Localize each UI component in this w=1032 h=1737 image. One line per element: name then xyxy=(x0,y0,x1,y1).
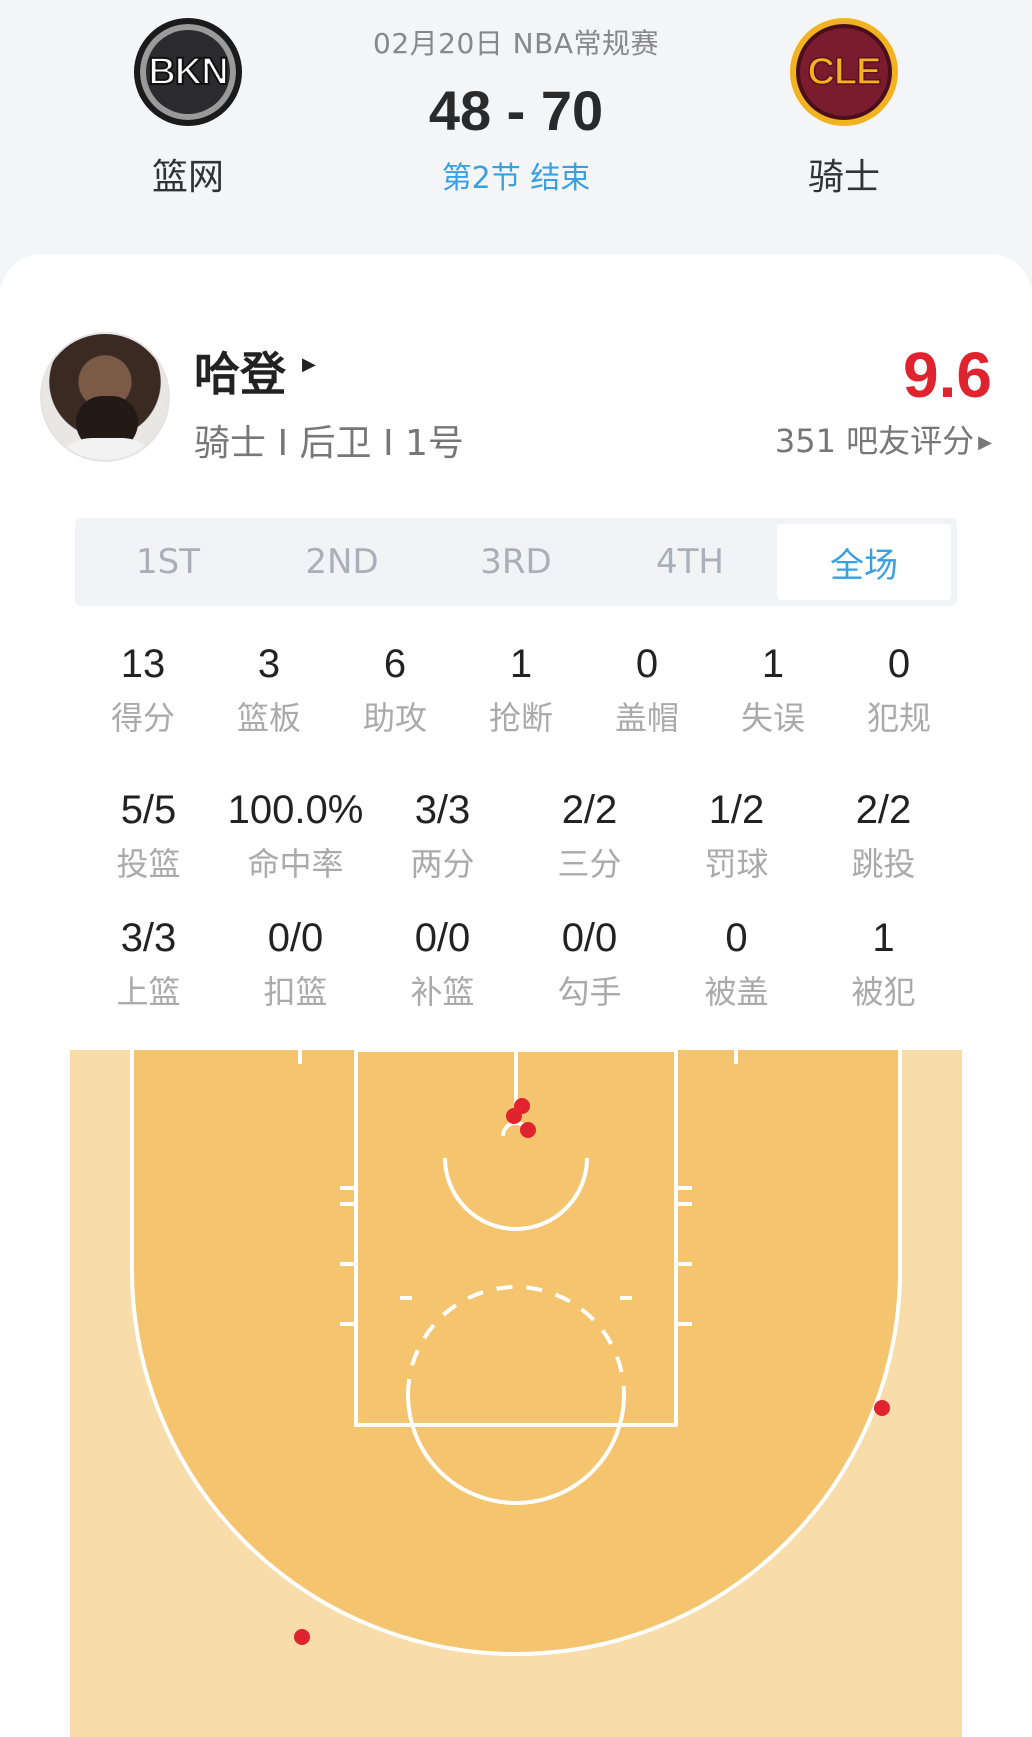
tab-1st[interactable]: 1ST xyxy=(81,524,255,600)
match-date: 02月20日 NBA常规赛 xyxy=(373,27,659,60)
stat-fouls: 0 犯规 xyxy=(836,642,962,739)
stat-rebounds: 3 篮板 xyxy=(206,642,332,739)
match-info: 02月20日 NBA常规赛 48 - 70 第2节 结束 xyxy=(316,22,716,197)
match-score: 48 - 70 xyxy=(428,79,604,142)
shooting-stats: 5/5 投篮 100.0% 命中率 3/3 两分 2/2 三分 1/2 罚球 2/2 跳投 xyxy=(75,788,957,885)
stat-label: 上篮 xyxy=(116,973,181,1011)
stat-label: 盖帽 xyxy=(614,699,679,737)
stat-value: 0/0 xyxy=(414,916,471,960)
stat-label: 两分 xyxy=(410,845,475,883)
stat-value: 0 xyxy=(635,642,659,686)
stat-2pt: 3/3 两分 xyxy=(369,788,516,885)
play-arrow-icon[interactable]: ▶ xyxy=(302,354,316,375)
tab-3rd[interactable]: 3RD xyxy=(429,524,603,600)
stat-value: 0 xyxy=(887,642,911,686)
stat-points: 13 得分 xyxy=(80,642,206,739)
stat-value: 0/0 xyxy=(267,916,324,960)
stat-label: 得分 xyxy=(110,699,175,737)
tab-4th[interactable]: 4TH xyxy=(603,524,777,600)
play-arrow-icon: ▶ xyxy=(978,432,992,453)
stat-label: 被犯 xyxy=(851,973,916,1011)
stat-value: 3/3 xyxy=(120,916,177,960)
stat-value: 100.0% xyxy=(227,788,364,832)
stat-value: 0/0 xyxy=(561,916,618,960)
player-name[interactable]: 哈登 xyxy=(194,338,286,404)
stat-hook: 0/0 勾手 xyxy=(516,916,663,1013)
stat-3pt: 2/2 三分 xyxy=(516,788,663,885)
stat-value: 6 xyxy=(383,642,407,686)
stat-steals: 1 抢断 xyxy=(458,642,584,739)
player-avatar[interactable] xyxy=(40,332,170,462)
home-team[interactable]: BKN 篮网 xyxy=(98,18,278,200)
period-tabs: 1ST 2ND 3RD 4TH 全场 xyxy=(75,518,957,606)
player-rating[interactable]: 9.6 351 吧友评分 ▶ xyxy=(775,338,992,462)
stat-label: 勾手 xyxy=(557,973,622,1011)
stat-label: 被盖 xyxy=(704,973,769,1011)
stat-label: 补篮 xyxy=(410,973,475,1011)
stat-label: 助攻 xyxy=(362,699,427,737)
avatar-shirt xyxy=(52,438,162,460)
period-status: 第2节 结束 xyxy=(441,161,591,196)
player-card: 哈登 ▶ 骑士 I 后卫 I 1号 9.6 351 吧友评分 ▶ 1ST 2ND … xyxy=(0,254,1032,1737)
player-meta: 骑士 I 后卫 I 1号 xyxy=(194,423,464,464)
tab-full-game[interactable]: 全场 xyxy=(777,524,951,600)
away-team-name: 骑士 xyxy=(807,157,880,198)
stat-fouled: 1 被犯 xyxy=(810,916,957,1013)
stat-label: 命中率 xyxy=(247,845,344,883)
stat-value: 1 xyxy=(872,916,895,960)
stat-value: 2/2 xyxy=(855,788,912,832)
stat-value: 3 xyxy=(257,642,281,686)
stat-value: 0 xyxy=(725,916,748,960)
shot-made-marker[interactable] xyxy=(294,1629,310,1645)
stat-blocks: 0 盖帽 xyxy=(584,642,710,739)
away-team-logo: CLE xyxy=(790,18,898,126)
stat-label: 抢断 xyxy=(488,699,553,737)
stat-ft: 1/2 罚球 xyxy=(663,788,810,885)
shot-made-marker[interactable] xyxy=(520,1122,536,1138)
stat-value: 1 xyxy=(761,642,785,686)
stat-turnovers: 1 失误 xyxy=(710,642,836,739)
stat-value: 5/5 xyxy=(120,788,177,832)
stat-blocked: 0 被盖 xyxy=(663,916,810,1013)
rating-count-label: 351 吧友评分 xyxy=(774,422,975,460)
shot-made-marker[interactable] xyxy=(506,1108,522,1124)
stat-value: 1 xyxy=(509,642,533,686)
tab-2nd[interactable]: 2ND xyxy=(255,524,429,600)
stat-fg-pct: 100.0% 命中率 xyxy=(222,788,369,885)
stat-fg: 5/5 投篮 xyxy=(75,788,222,885)
stat-dunk: 0/0 扣篮 xyxy=(222,916,369,1013)
stat-tipin: 0/0 补篮 xyxy=(369,916,516,1013)
player-summary: 哈登 ▶ 骑士 I 后卫 I 1号 9.6 351 吧友评分 ▶ xyxy=(40,332,1000,472)
basic-stats: 13 得分 3 篮板 6 助攻 1 抢断 0 盖帽 1 失误 0 犯规 xyxy=(80,642,962,739)
away-team[interactable]: CLE 骑士 xyxy=(754,18,934,200)
shot-made-marker[interactable] xyxy=(874,1400,890,1416)
match-header: BKN 篮网 02月20日 NBA常规赛 48 - 70 第2节 结束 CLE … xyxy=(0,0,1032,260)
stat-label: 篮板 xyxy=(236,699,301,737)
stat-value: 3/3 xyxy=(414,788,471,832)
stat-label: 扣篮 xyxy=(263,973,328,1011)
stat-label: 投篮 xyxy=(116,845,181,883)
stat-layup: 3/3 上篮 xyxy=(75,916,222,1013)
shot-type-stats: 3/3 上篮 0/0 扣篮 0/0 补篮 0/0 勾手 0 被盖 1 被犯 xyxy=(75,916,957,1013)
stat-label: 失误 xyxy=(740,699,805,737)
rating-value: 9.6 xyxy=(903,339,992,411)
stat-label: 罚球 xyxy=(704,845,769,883)
stat-label: 跳投 xyxy=(851,845,916,883)
stat-value: 1/2 xyxy=(708,788,765,832)
stat-label: 三分 xyxy=(557,845,622,883)
home-team-logo: BKN xyxy=(134,18,242,126)
rating-count[interactable]: 351 吧友评分 ▶ xyxy=(775,416,992,462)
home-team-name: 篮网 xyxy=(151,157,224,198)
court-svg xyxy=(70,1050,962,1737)
shot-chart xyxy=(70,1050,962,1737)
stat-value: 13 xyxy=(120,642,166,686)
stat-label: 犯规 xyxy=(866,699,931,737)
stat-value: 2/2 xyxy=(561,788,618,832)
stat-jumpshot: 2/2 跳投 xyxy=(810,788,957,885)
stat-assists: 6 助攻 xyxy=(332,642,458,739)
